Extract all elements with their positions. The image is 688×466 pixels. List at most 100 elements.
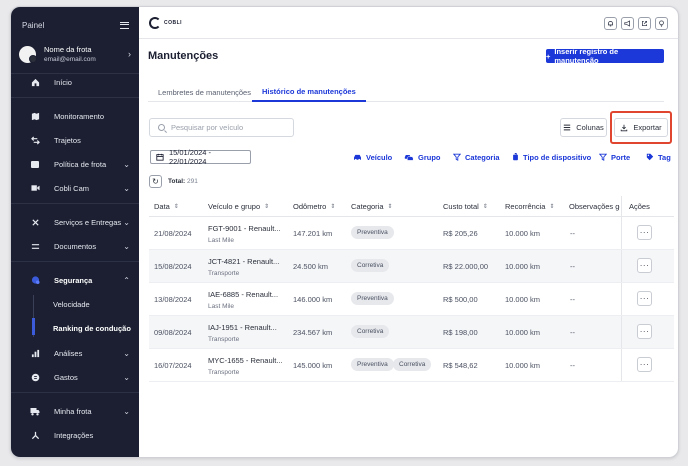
cell-group: Transporte <box>208 336 240 343</box>
cell-recurrence: 10.000 km <box>505 229 541 238</box>
cell-recurrence: 10.000 km <box>505 295 541 304</box>
category-chip: Corretiva <box>351 325 390 338</box>
header-recorrencia[interactable]: Recorrência ⇕ <box>505 202 554 211</box>
sidebar-item-gastos[interactable]: Gastos ⌄ <box>11 366 139 388</box>
sidebar-item-minha-frota[interactable]: Minha frota ⌄ <box>11 400 139 422</box>
refresh-icon: ↻ <box>152 177 159 186</box>
more-actions-button[interactable]: ··· <box>637 324 652 339</box>
sidebar-item-label: Política de frota <box>54 159 107 169</box>
header-veiculo[interactable]: Veículo e grupo ⇕ <box>208 202 269 211</box>
cell-notes: -- <box>570 328 575 337</box>
filter-tipo-dispositivo[interactable]: Tipo de dispositivo <box>512 150 591 164</box>
maintenance-table: Data ⇕ Veículo e grupo ⇕ Odômetro ⇕ Categor… <box>149 196 674 382</box>
sort-icon: ⇕ <box>482 204 488 210</box>
menu-icon[interactable] <box>120 21 129 29</box>
cell-notes: -- <box>570 262 575 271</box>
user-email: email@email.com <box>44 55 96 63</box>
chevron-down-icon: ⌄ <box>123 372 130 382</box>
columns-label: Colunas <box>576 123 604 132</box>
external-link-icon[interactable] <box>638 17 651 30</box>
sidebar-subitem-ranking[interactable]: Ranking de condução <box>31 317 131 339</box>
insert-maintenance-button[interactable]: + Inserir registro de manutenção <box>546 47 664 65</box>
user-name: Nome da frota <box>44 44 92 54</box>
cell-vehicle: IAJ-1951 - Renault... <box>208 323 277 332</box>
sidebar-item-trajetos[interactable]: Trajetos <box>11 129 139 151</box>
filter-tag[interactable]: Tag <box>646 150 671 164</box>
device-icon <box>513 153 518 161</box>
header-data[interactable]: Data ⇕ <box>154 202 179 211</box>
more-actions-button[interactable]: ··· <box>637 225 652 240</box>
filter-porte[interactable]: Porte <box>599 150 630 164</box>
cell-cost: R$ 22.000,00 <box>443 262 489 271</box>
sort-icon: ⇕ <box>173 204 179 210</box>
filter-grupo[interactable]: Grupo <box>404 150 441 164</box>
logo-text: COBLI <box>164 20 183 26</box>
filter-categoria[interactable]: Categoria <box>453 150 500 164</box>
search-placeholder: Pesquisar por veículo <box>171 123 244 132</box>
more-actions-button[interactable]: ··· <box>637 291 652 306</box>
more-actions-button[interactable]: ··· <box>637 357 652 372</box>
sidebar-item-analises[interactable]: Análises ⌄ <box>11 342 139 364</box>
filter-veiculo[interactable]: Veículo <box>353 150 392 164</box>
tab-bar: Lembretes de manutenções Histórico de ma… <box>148 82 664 102</box>
sidebar-subitem-velocidade[interactable]: Velocidade <box>31 293 131 315</box>
search-input[interactable]: Pesquisar por veículo <box>149 118 294 137</box>
export-highlight-box <box>610 111 672 144</box>
filter-label: Grupo <box>418 152 441 162</box>
table-header: Data ⇕ Veículo e grupo ⇕ Odômetro ⇕ Categor… <box>149 196 674 217</box>
cobli-logo[interactable]: COBLI <box>149 17 182 29</box>
insert-maintenance-label: Inserir registro de manutenção <box>554 47 619 65</box>
search-icon <box>158 124 165 131</box>
columns-button[interactable]: Colunas <box>560 118 607 137</box>
user-profile[interactable]: Nome da frota email@email.com › <box>19 37 131 71</box>
services-icon <box>30 217 40 227</box>
sidebar-item-politica[interactable]: Política de frota ⌄ <box>11 153 139 175</box>
sidebar-item-seguranca[interactable]: Segurança ⌃ <box>11 269 139 291</box>
sidebar-item-servicos[interactable]: Serviços e Entregas ⌄ <box>11 211 139 233</box>
sidebar-item-label: Minha frota <box>54 406 92 416</box>
tab-lembretes[interactable]: Lembretes de manutenções <box>148 82 261 102</box>
sidebar-item-label: Monitoramento <box>54 111 105 121</box>
funnel-icon <box>453 153 461 161</box>
lightbulb-icon[interactable] <box>655 17 668 30</box>
table-body: 21/08/2024 FGT-9001 - Renault... Last Mile… <box>149 217 674 382</box>
header-odometro[interactable]: Odômetro ⇕ <box>293 202 335 211</box>
map-icon <box>30 111 40 121</box>
sidebar-item-label: Início <box>54 77 72 87</box>
tag-icon <box>646 153 654 161</box>
integration-icon <box>30 430 40 440</box>
chevron-up-icon: ⌃ <box>123 275 130 285</box>
category-chip: Preventiva <box>351 358 394 371</box>
bell-icon[interactable] <box>604 17 617 30</box>
tab-historico[interactable]: Histórico de manutenções <box>252 82 366 102</box>
date-range-picker[interactable]: 15/01/2024 - 22/01/2024 <box>150 148 251 166</box>
cell-notes: -- <box>570 361 575 370</box>
sidebar-item-cobli-cam[interactable]: Cobli Cam ⌄ <box>11 177 139 199</box>
sidebar-item-inicio[interactable]: Início <box>11 71 139 93</box>
more-actions-button[interactable]: ··· <box>637 258 652 273</box>
megaphone-icon[interactable] <box>621 17 634 30</box>
sidebar-item-label: Serviços e Entregas <box>54 217 122 227</box>
header-observacoes[interactable]: Observações gerais <box>569 202 620 211</box>
sidebar-item-monitoramento[interactable]: Monitoramento <box>11 105 139 127</box>
divider <box>11 261 139 262</box>
category-chip: Corretiva <box>393 358 432 371</box>
header-categoria[interactable]: Categoria ⇕ <box>351 202 393 211</box>
table-row[interactable]: 13/08/2024 IAE-6885 - Renault... Last Mile… <box>149 283 674 316</box>
refresh-button[interactable]: ↻ <box>149 175 162 188</box>
sidebar-item-integracoes[interactable]: Integrações <box>11 424 139 446</box>
cell-odometer: 147.201 km <box>293 229 333 238</box>
table-row[interactable]: 16/07/2024 MYC-1655 - Renault... Transport… <box>149 349 674 382</box>
top-bar: COBLI <box>139 7 678 39</box>
category-chip: Preventiva <box>351 226 394 239</box>
sidebar-item-documentos[interactable]: Documentos ⌄ <box>11 235 139 257</box>
logo-icon <box>149 17 161 29</box>
truck-icon <box>30 406 40 416</box>
policy-icon <box>30 159 40 169</box>
cell-date: 15/08/2024 <box>154 262 192 271</box>
table-row[interactable]: 21/08/2024 FGT-9001 - Renault... Last Mile… <box>149 217 674 250</box>
total-label: Total: <box>168 178 186 185</box>
table-row[interactable]: 15/08/2024 JCT-4821 - Renault... Transport… <box>149 250 674 283</box>
header-custo[interactable]: Custo total ⇕ <box>443 202 488 211</box>
table-row[interactable]: 09/08/2024 IAJ-1951 - Renault... Transport… <box>149 316 674 349</box>
